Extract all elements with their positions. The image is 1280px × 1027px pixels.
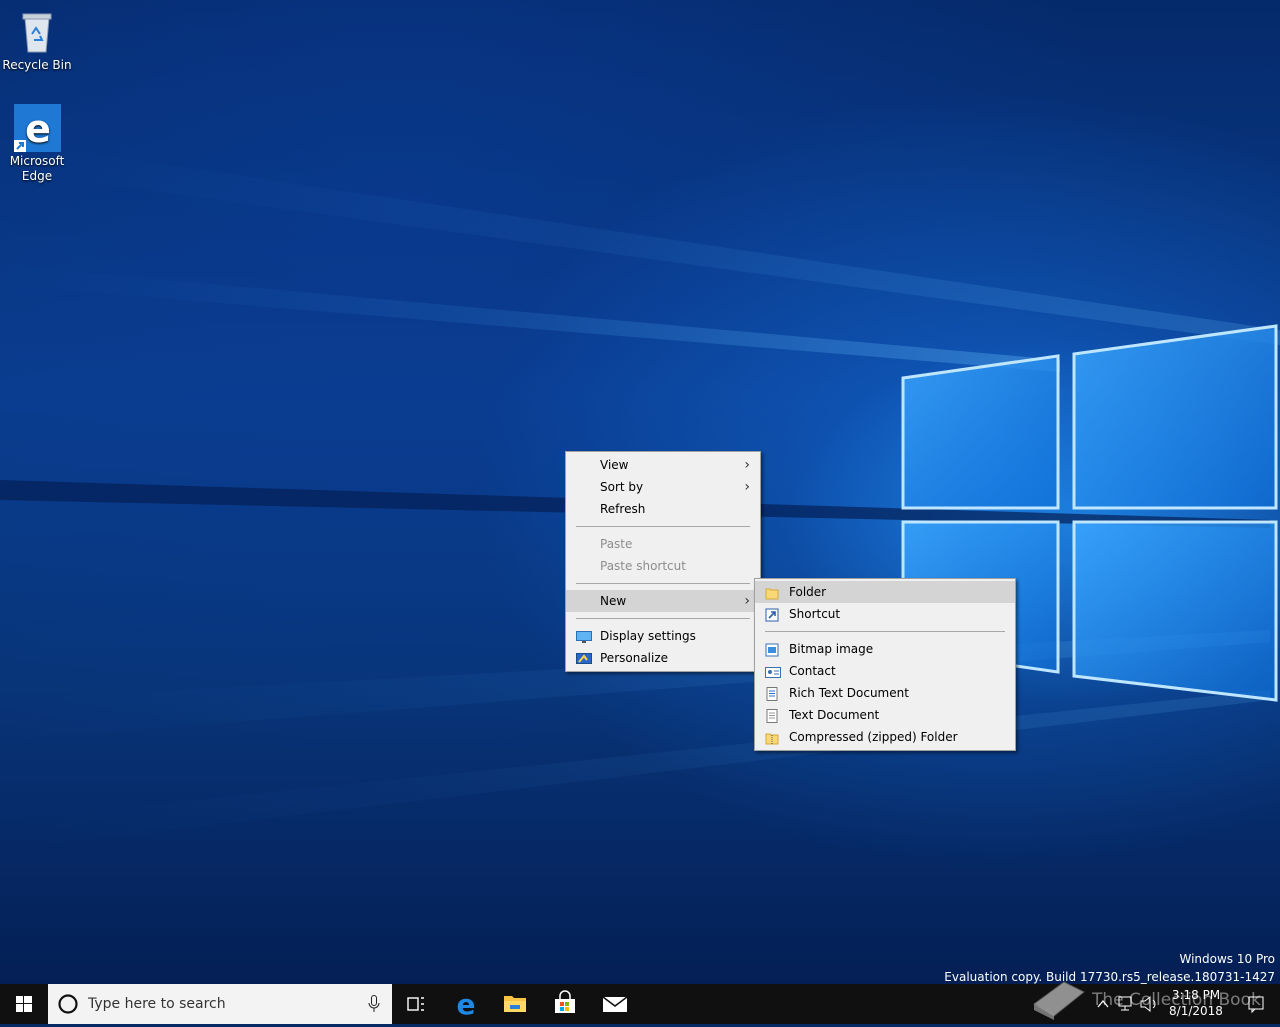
recycle-bin-icon: [13, 8, 61, 56]
svg-text:e: e: [457, 988, 476, 1021]
desktop-icon-microsoft-edge[interactable]: e Microsoft Edge: [0, 104, 74, 184]
submenu-item-folder[interactable]: Folder: [755, 581, 1015, 603]
task-view-button[interactable]: [392, 984, 440, 1024]
menu-item-view[interactable]: View ›: [566, 454, 760, 476]
watermark-edition: Windows 10 Pro: [1179, 952, 1275, 966]
submenu-item-label: Bitmap image: [789, 642, 874, 656]
shortcut-icon: [765, 607, 779, 622]
task-view-icon: [407, 997, 424, 1011]
taskbar: Type here to search e 3:18 PM 8/1/2018: [0, 984, 1280, 1024]
file-explorer-icon: [504, 996, 526, 1012]
edge-icon: e: [13, 104, 62, 152]
chevron-right-icon: ›: [744, 593, 750, 609]
search-placeholder: Type here to search: [88, 996, 226, 1012]
submenu-item-bitmap-image[interactable]: Bitmap image: [755, 638, 1015, 660]
desktop-context-menu: View › Sort by › Refresh Paste Paste sho…: [565, 451, 761, 672]
rich-text-icon: [765, 686, 779, 701]
submenu-item-text-document[interactable]: Text Document: [755, 704, 1015, 726]
menu-item-refresh[interactable]: Refresh: [566, 498, 760, 520]
collection-book-overlay: The Collection Book: [1092, 990, 1261, 1010]
menu-item-display-settings[interactable]: Display settings: [566, 625, 760, 647]
menu-item-label: Paste shortcut: [600, 559, 686, 573]
taskbar-file-explorer-button[interactable]: [490, 984, 540, 1024]
text-document-icon: [765, 708, 779, 723]
windows-start-icon: [16, 996, 32, 1012]
menu-item-new[interactable]: New ›: [566, 590, 760, 612]
contact-icon: [765, 664, 781, 678]
menu-item-label: Paste: [600, 537, 633, 551]
cortana-icon: [58, 994, 78, 1014]
personalize-icon: [576, 651, 592, 665]
search-box[interactable]: Type here to search: [48, 984, 392, 1024]
submenu-item-label: Shortcut: [789, 607, 841, 621]
svg-text:e: e: [25, 107, 51, 151]
bitmap-icon: [765, 642, 779, 657]
mail-icon: [602, 996, 628, 1012]
submenu-item-label: Compressed (zipped) Folder: [789, 730, 958, 744]
menu-separator: [576, 526, 750, 527]
menu-separator: [576, 583, 750, 584]
submenu-item-label: Contact: [789, 664, 836, 678]
start-button[interactable]: [0, 984, 48, 1024]
submenu-item-label: Text Document: [789, 708, 880, 722]
edge-label-line2: Edge: [21, 169, 53, 183]
menu-item-label: Personalize: [600, 651, 669, 665]
menu-item-sort-by[interactable]: Sort by ›: [566, 476, 760, 498]
windows-watermark: Windows 10 Pro Evaluation copy. Build 17…: [944, 950, 1275, 986]
new-submenu: Folder Shortcut Bitmap image Contact Ric…: [754, 578, 1016, 751]
chevron-right-icon: ›: [744, 479, 750, 495]
menu-item-paste[interactable]: Paste: [566, 533, 760, 555]
desktop-icon-recycle-bin[interactable]: Recycle Bin: [0, 8, 74, 73]
taskbar-store-button[interactable]: [540, 984, 590, 1024]
store-icon: [555, 990, 575, 1013]
menu-item-label: View: [600, 458, 629, 472]
submenu-item-contact[interactable]: Contact: [755, 660, 1015, 682]
menu-item-label: Refresh: [600, 502, 646, 516]
taskbar-edge-button[interactable]: e: [442, 984, 490, 1024]
microphone-icon[interactable]: [368, 995, 380, 1013]
submenu-item-shortcut[interactable]: Shortcut: [755, 603, 1015, 625]
folder-icon: [765, 585, 779, 600]
edge-label-line1: Microsoft: [9, 154, 65, 168]
submenu-item-label: Folder: [789, 585, 827, 599]
submenu-item-label: Rich Text Document: [789, 686, 909, 700]
submenu-item-rich-text-document[interactable]: Rich Text Document: [755, 682, 1015, 704]
zip-folder-icon: [765, 730, 779, 745]
menu-item-label: Sort by: [600, 480, 644, 494]
submenu-item-compressed-folder[interactable]: Compressed (zipped) Folder: [755, 726, 1015, 748]
chevron-right-icon: ›: [744, 457, 750, 473]
menu-separator: [765, 631, 1005, 632]
book-logo-icon: [1033, 981, 1085, 1020]
menu-item-paste-shortcut[interactable]: Paste shortcut: [566, 555, 760, 577]
menu-item-label: Display settings: [600, 629, 696, 643]
menu-item-personalize[interactable]: Personalize: [566, 647, 760, 669]
display-settings-icon: [576, 629, 592, 643]
menu-separator: [576, 618, 750, 619]
edge-icon: e: [457, 988, 476, 1021]
menu-item-label: New: [600, 594, 627, 608]
recycle-bin-label: Recycle Bin: [2, 58, 72, 72]
taskbar-mail-button[interactable]: [590, 984, 640, 1024]
